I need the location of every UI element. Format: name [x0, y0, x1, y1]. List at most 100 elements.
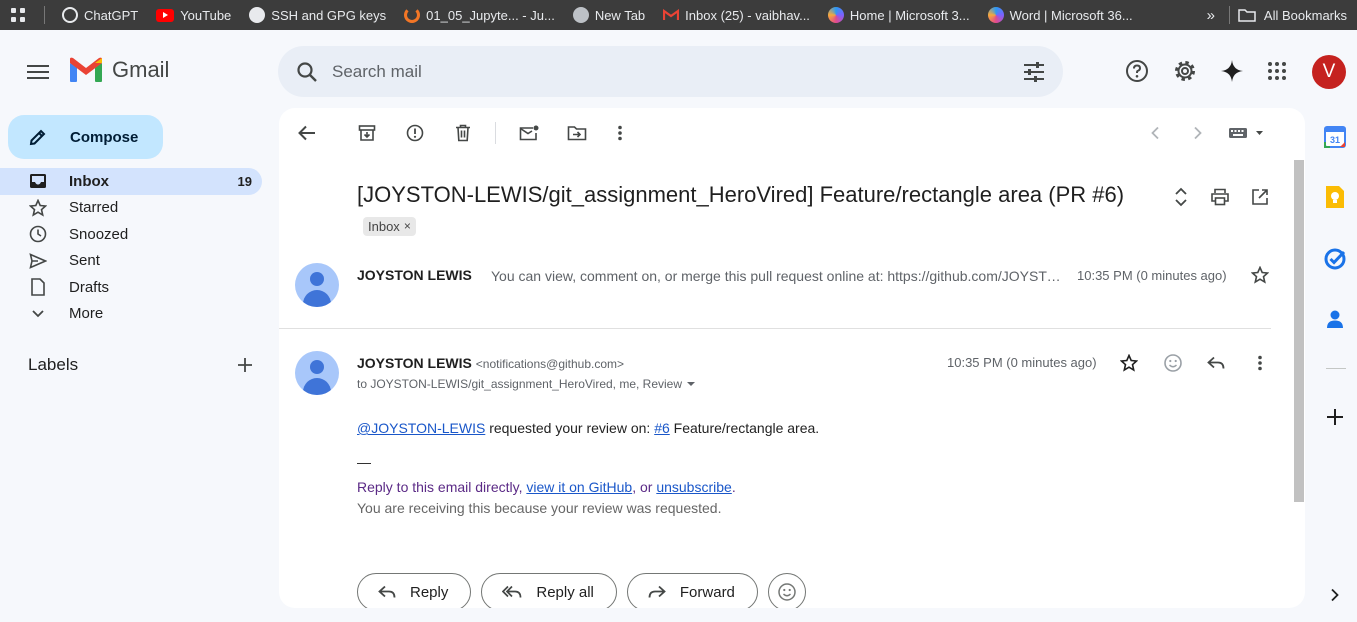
- sidebar-item-more[interactable]: More: [0, 301, 262, 328]
- gmail-logo[interactable]: Gmail: [68, 56, 169, 84]
- apps-grid-icon[interactable]: [0, 0, 36, 30]
- delete-trash-icon[interactable]: [452, 122, 474, 144]
- view-on-github-link[interactable]: view it on GitHub: [526, 479, 632, 495]
- remove-label-icon[interactable]: ×: [404, 218, 411, 235]
- clock-icon: [28, 224, 48, 244]
- archive-icon[interactable]: [356, 122, 378, 144]
- settings-gear-icon[interactable]: [1172, 58, 1198, 84]
- sidebar-item-inbox[interactable]: Inbox 19: [0, 168, 262, 195]
- unsubscribe-link[interactable]: unsubscribe: [656, 479, 732, 495]
- sender-avatar[interactable]: [295, 263, 339, 307]
- sidebar-item-label: Sent: [69, 252, 100, 270]
- account-avatar[interactable]: V: [1312, 55, 1346, 89]
- bookmark-label: New Tab: [594, 7, 646, 23]
- bookmark-youtube[interactable]: YouTube: [147, 8, 240, 23]
- folder-icon: [1238, 9, 1256, 22]
- sidebar-item-drafts[interactable]: Drafts: [0, 274, 262, 301]
- bookmark-chatgpt[interactable]: ChatGPT: [53, 7, 147, 23]
- report-spam-icon[interactable]: [404, 122, 426, 144]
- google-calendar-icon[interactable]: 31: [1322, 124, 1348, 150]
- bookmark-label: Word | Microsoft 36...: [1009, 7, 1133, 23]
- recipients-line[interactable]: to JOYSTON-LEWIS/git_assignment_HeroVire…: [357, 377, 696, 391]
- google-tasks-icon[interactable]: [1322, 246, 1348, 272]
- main-menu-button[interactable]: [22, 58, 54, 86]
- star-icon[interactable]: [1249, 264, 1271, 286]
- sender-avatar[interactable]: [295, 351, 339, 395]
- emoji-reaction-button[interactable]: [767, 573, 806, 608]
- reply-button[interactable]: Reply: [357, 573, 472, 608]
- input-tools-keyboard-icon[interactable]: [1227, 122, 1267, 144]
- footer-text: , or: [632, 479, 657, 495]
- bookmark-microsoft-home[interactable]: Home | Microsoft 3...: [819, 7, 979, 23]
- open-in-new-window-icon[interactable]: [1249, 186, 1271, 208]
- reply-icon[interactable]: [1205, 352, 1227, 374]
- body-text-end: Feature/rectangle area.: [669, 420, 820, 436]
- print-icon[interactable]: [1209, 186, 1231, 208]
- toolbar-divider: [495, 122, 496, 144]
- sidebar-item-starred[interactable]: Starred: [0, 195, 262, 222]
- sidebar-item-snoozed[interactable]: Snoozed: [0, 221, 262, 248]
- search-bar[interactable]: [278, 46, 1063, 97]
- get-addons-plus-icon[interactable]: [1322, 404, 1348, 430]
- github-icon: [249, 7, 266, 23]
- show-side-panel-chevron-icon[interactable]: [1322, 582, 1348, 608]
- reply-all-label: Reply all: [536, 583, 594, 601]
- all-bookmarks-button[interactable]: All Bookmarks: [1238, 8, 1357, 23]
- footer-line-2: You are receiving this because your revi…: [357, 500, 722, 516]
- inbox-label-chip[interactable]: Inbox ×: [363, 216, 416, 236]
- draft-icon: [28, 277, 48, 297]
- bookmarks-divider: [44, 6, 45, 24]
- bookmark-ssh-gpg[interactable]: SSH and GPG keys: [240, 7, 395, 23]
- bookmark-inbox[interactable]: Inbox (25) - vaibhav...: [654, 8, 819, 23]
- newer-chevron-left-icon[interactable]: [1144, 122, 1166, 144]
- sidebar-item-label: Inbox: [69, 172, 109, 190]
- sidebar-item-sent[interactable]: Sent: [0, 248, 262, 275]
- forward-button[interactable]: Forward: [626, 573, 758, 608]
- expanded-message-time: 10:35 PM (0 minutes ago): [947, 355, 1097, 370]
- reply-all-button[interactable]: Reply all: [481, 573, 617, 608]
- expanded-sender[interactable]: JOYSTON LEWIS <notifications@github.com>: [357, 355, 624, 371]
- collapsed-message-snippet[interactable]: You can view, comment on, or merge this …: [491, 268, 1071, 284]
- older-chevron-right-icon[interactable]: [1187, 122, 1209, 144]
- bookmark-new-tab[interactable]: New Tab: [564, 7, 654, 23]
- compose-button[interactable]: Compose: [8, 115, 163, 159]
- forward-icon: [648, 585, 666, 598]
- subject-text: [JOYSTON-LEWIS/git_assignment_HeroVired]…: [357, 182, 1125, 207]
- add-label-plus-icon[interactable]: [237, 357, 253, 373]
- reading-pane-scrollbar[interactable]: [1294, 160, 1304, 502]
- mark-unread-icon[interactable]: [518, 122, 540, 144]
- add-reaction-emoji-icon[interactable]: [1162, 352, 1184, 374]
- more-bookmarks-button[interactable]: »: [1193, 7, 1229, 24]
- pull-request-link[interactable]: #6: [654, 420, 670, 436]
- sidebar-item-label: Drafts: [69, 278, 110, 296]
- all-bookmarks-label: All Bookmarks: [1263, 7, 1347, 23]
- mention-link[interactable]: @JOYSTON-LEWIS: [357, 420, 485, 436]
- google-contacts-icon[interactable]: [1322, 306, 1348, 332]
- google-keep-icon[interactable]: [1322, 184, 1348, 210]
- search-options-icon[interactable]: [1023, 61, 1045, 82]
- youtube-icon: [156, 8, 175, 22]
- search-icon[interactable]: [296, 61, 318, 83]
- help-icon[interactable]: [1124, 58, 1150, 84]
- back-arrow-icon[interactable]: [296, 122, 318, 144]
- collapsed-sender-name[interactable]: JOYSTON LEWIS: [357, 267, 472, 283]
- email-body: @JOYSTON-LEWIS requested your review on:…: [357, 420, 819, 436]
- more-options-icon[interactable]: [609, 122, 631, 144]
- more-options-icon[interactable]: [1249, 352, 1271, 374]
- inbox-icon: [28, 171, 48, 191]
- emoji-icon: [778, 583, 796, 601]
- search-input[interactable]: [332, 61, 1023, 82]
- gemini-sparkle-icon[interactable]: [1219, 58, 1245, 84]
- google-apps-icon[interactable]: [1264, 58, 1290, 84]
- move-to-folder-icon[interactable]: [566, 122, 588, 144]
- reply-actions: Reply Reply all Forward: [357, 573, 806, 608]
- star-icon[interactable]: [1118, 352, 1140, 374]
- bookmark-word[interactable]: Word | Microsoft 36...: [979, 7, 1142, 23]
- jupyter-icon: [404, 7, 421, 23]
- recipient-details-dropdown-icon[interactable]: [686, 381, 696, 387]
- star-icon: [28, 198, 48, 218]
- bookmark-jupyter[interactable]: 01_05_Jupyte... - Ju...: [395, 7, 564, 23]
- footer-text: Reply to this email directly,: [357, 479, 527, 495]
- expand-collapse-all-icon[interactable]: [1170, 186, 1192, 208]
- side-panel-divider: [1326, 368, 1346, 369]
